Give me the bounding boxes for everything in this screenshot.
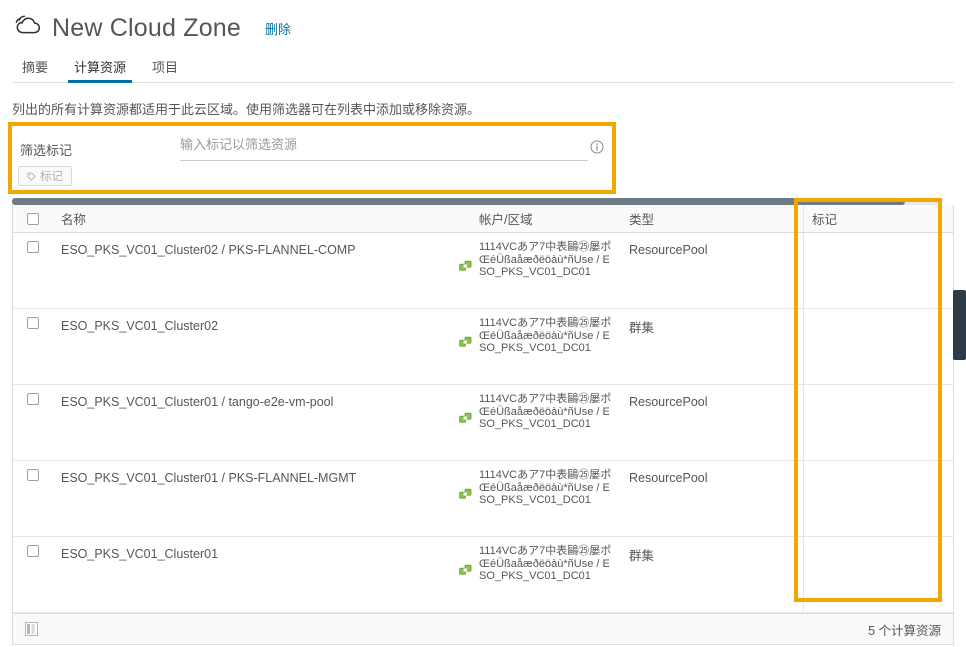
page-header: New Cloud Zone 删除 — [0, 0, 966, 46]
row-type: 群集 — [629, 321, 655, 335]
row-account-region-cell: 1114VCあア7中表鷗㉕屡ポ ŒéÜßaåæðëöàù*ñUse / ESO_… — [453, 461, 621, 536]
filter-tags-label: 筛选标记 — [20, 143, 73, 158]
row-checkbox[interactable] — [27, 241, 39, 253]
row-type-cell: 群集 — [621, 309, 803, 384]
row-account-line2: ŒéÜßaåæðëöàù*ñUse / ESO_PKS_VC01_DC01 — [479, 329, 610, 355]
page-title: New Cloud Zone — [52, 13, 242, 42]
table-row[interactable]: ESO_PKS_VC01_Cluster02 1114VCあア7中表鷗㉕屡ポ Œ… — [13, 309, 953, 385]
column-header-type[interactable]: 类型 — [621, 205, 803, 232]
row-account-region-cell: 1114VCあア7中表鷗㉕屡ポ ŒéÜßaåæðëöàù*ñUse / ESO_… — [453, 233, 621, 308]
row-checkbox[interactable] — [27, 393, 39, 405]
tag-chip-label: 标记 — [40, 171, 63, 183]
row-account-region-cell: 1114VCあア7中表鷗㉕屡ポ ŒéÜßaåæðëöàù*ñUse / ESO_… — [453, 537, 621, 612]
row-account-line1: 1114VCあア7中表鷗㉕屡ポ — [479, 241, 612, 253]
row-name-cell: ESO_PKS_VC01_Cluster01 / PKS-FLANNEL-MGM… — [53, 461, 453, 536]
page-description: 列出的所有计算资源都适用于此云区域。使用筛选器可在列表中添加或移除资源。 — [12, 102, 481, 117]
row-account-line1: 1114VCあア7中表鷗㉕屡ポ — [479, 393, 612, 405]
row-name: ESO_PKS_VC01_Cluster01 / PKS-FLANNEL-MGM… — [61, 471, 357, 485]
row-select-cell — [13, 309, 53, 384]
table-row[interactable]: ESO_PKS_VC01_Cluster01 / tango-e2e-vm-po… — [13, 385, 953, 461]
row-account-line1: 1114VCあア7中表鷗㉕屡ポ — [479, 469, 612, 481]
tab-projects[interactable]: 项目 — [142, 57, 188, 82]
row-name: ESO_PKS_VC01_Cluster01 / tango-e2e-vm-po… — [61, 395, 334, 409]
filter-tags-card: 筛选标记 标记 — [8, 122, 616, 194]
row-checkbox[interactable] — [27, 469, 39, 481]
column-header-account-region[interactable]: 帐户/区域 — [453, 205, 621, 232]
row-account-line1: 1114VCあア7中表鷗㉕屡ポ — [479, 545, 612, 557]
select-all-checkbox[interactable] — [27, 212, 39, 225]
row-type-cell: ResourcePool — [621, 385, 803, 460]
row-type-cell: 群集 — [621, 537, 803, 612]
table-row[interactable]: ESO_PKS_VC01_Cluster02 / PKS-FLANNEL-COM… — [13, 233, 953, 309]
tab-compute-resources[interactable]: 计算资源 — [64, 57, 136, 83]
row-name-cell: ESO_PKS_VC01_Cluster01 — [53, 537, 453, 612]
row-tags-cell[interactable] — [803, 385, 953, 460]
table-row[interactable]: ESO_PKS_VC01_Cluster01 1114VCあア7中表鷗㉕屡ポ Œ… — [13, 537, 953, 613]
row-account-line2: ŒéÜßaåæðëöàù*ñUse / ESO_PKS_VC01_DC01 — [479, 253, 610, 279]
grid-horizontal-scrollbar[interactable] — [12, 198, 942, 205]
row-type: ResourcePool — [629, 471, 708, 485]
row-type-cell: ResourcePool — [621, 461, 803, 536]
row-account-region-cell: 1114VCあア7中表鷗㉕屡ポ ŒéÜßaåæðëöàù*ñUse / ESO_… — [453, 385, 621, 460]
row-account-line2: ŒéÜßaåæðëöàù*ñUse / ESO_PKS_VC01_DC01 — [479, 405, 610, 431]
linked-account-icon — [459, 488, 472, 501]
resource-count: 5 个计算资源 — [868, 623, 941, 638]
row-account-line2: ŒéÜßaåæðëöàù*ñUse / ESO_PKS_VC01_DC01 — [479, 481, 610, 507]
row-type: ResourcePool — [629, 395, 708, 409]
column-header-name[interactable]: 名称 — [53, 205, 453, 232]
datagrid-header-row: 名称 帐户/区域 类型 标记 — [13, 205, 953, 233]
row-checkbox[interactable] — [27, 317, 39, 329]
row-name-cell: ESO_PKS_VC01_Cluster02 / PKS-FLANNEL-COM… — [53, 233, 453, 308]
row-tags-cell[interactable] — [803, 537, 953, 612]
row-type: ResourcePool — [629, 243, 708, 257]
linked-account-icon — [459, 564, 472, 577]
row-type: 群集 — [629, 549, 655, 563]
row-account-region: 1114VCあア7中表鷗㉕屡ポ ŒéÜßaåæðëöàù*ñUse / ESO_… — [479, 393, 613, 431]
row-name-cell: ESO_PKS_VC01_Cluster02 — [53, 309, 453, 384]
row-tags-cell[interactable] — [803, 309, 953, 384]
row-account-line1: 1114VCあア7中表鷗㉕屡ポ — [479, 317, 612, 329]
row-type-cell: ResourcePool — [621, 233, 803, 308]
row-select-cell — [13, 233, 53, 308]
table-row[interactable]: ESO_PKS_VC01_Cluster01 / PKS-FLANNEL-MGM… — [13, 461, 953, 537]
tab-summary[interactable]: 摘要 — [12, 57, 58, 82]
row-select-cell — [13, 461, 53, 536]
row-account-region: 1114VCあア7中表鷗㉕屡ポ ŒéÜßaåæðëöàù*ñUse / ESO_… — [479, 545, 613, 583]
grid-horizontal-scrollbar-thumb[interactable] — [12, 198, 905, 205]
row-name: ESO_PKS_VC01_Cluster02 — [61, 319, 219, 333]
row-select-cell — [13, 537, 53, 612]
tag-icon — [27, 171, 36, 181]
columns-icon[interactable] — [25, 622, 38, 636]
tag-filter-chip[interactable]: 标记 — [18, 166, 72, 186]
page-vertical-scrollbar[interactable] — [953, 290, 966, 360]
row-name-cell: ESO_PKS_VC01_Cluster01 / tango-e2e-vm-po… — [53, 385, 453, 460]
select-all-cell — [13, 205, 53, 232]
row-name: ESO_PKS_VC01_Cluster02 / PKS-FLANNEL-COM… — [61, 243, 356, 257]
tab-bar: 摘要 计算资源 项目 — [12, 56, 954, 83]
row-account-line2: ŒéÜßaåæðëöàù*ñUse / ESO_PKS_VC01_DC01 — [479, 557, 610, 583]
filter-tags-input[interactable] — [180, 137, 588, 152]
linked-account-icon — [459, 336, 472, 349]
filter-card-inner: 筛选标记 标记 — [12, 126, 612, 190]
filter-input-wrap — [180, 136, 588, 161]
row-tags-cell[interactable] — [803, 233, 953, 308]
linked-account-icon — [459, 260, 472, 273]
datagrid-footer: 5 个计算资源 — [13, 613, 953, 644]
row-account-region-cell: 1114VCあア7中表鷗㉕屡ポ ŒéÜßaåæðëöàù*ñUse / ESO_… — [453, 309, 621, 384]
linked-account-icon — [459, 412, 472, 425]
row-name: ESO_PKS_VC01_Cluster01 — [61, 547, 219, 561]
cloud-icon — [12, 14, 46, 42]
row-checkbox[interactable] — [27, 545, 39, 557]
row-account-region: 1114VCあア7中表鷗㉕屡ポ ŒéÜßaåæðëöàù*ñUse / ESO_… — [479, 241, 613, 279]
compute-resources-datagrid: 名称 帐户/区域 类型 标记 ESO_PKS_VC01_Cluster02 / … — [12, 205, 954, 645]
row-account-region: 1114VCあア7中表鷗㉕屡ポ ŒéÜßaåæðëöàù*ñUse / ESO_… — [479, 317, 613, 355]
info-icon[interactable] — [590, 140, 604, 154]
delete-link[interactable]: 删除 — [265, 19, 291, 38]
row-account-region: 1114VCあア7中表鷗㉕屡ポ ŒéÜßaåæðëöàù*ñUse / ESO_… — [479, 469, 613, 507]
row-tags-cell[interactable] — [803, 461, 953, 536]
row-select-cell — [13, 385, 53, 460]
column-header-tags[interactable]: 标记 — [803, 205, 953, 232]
